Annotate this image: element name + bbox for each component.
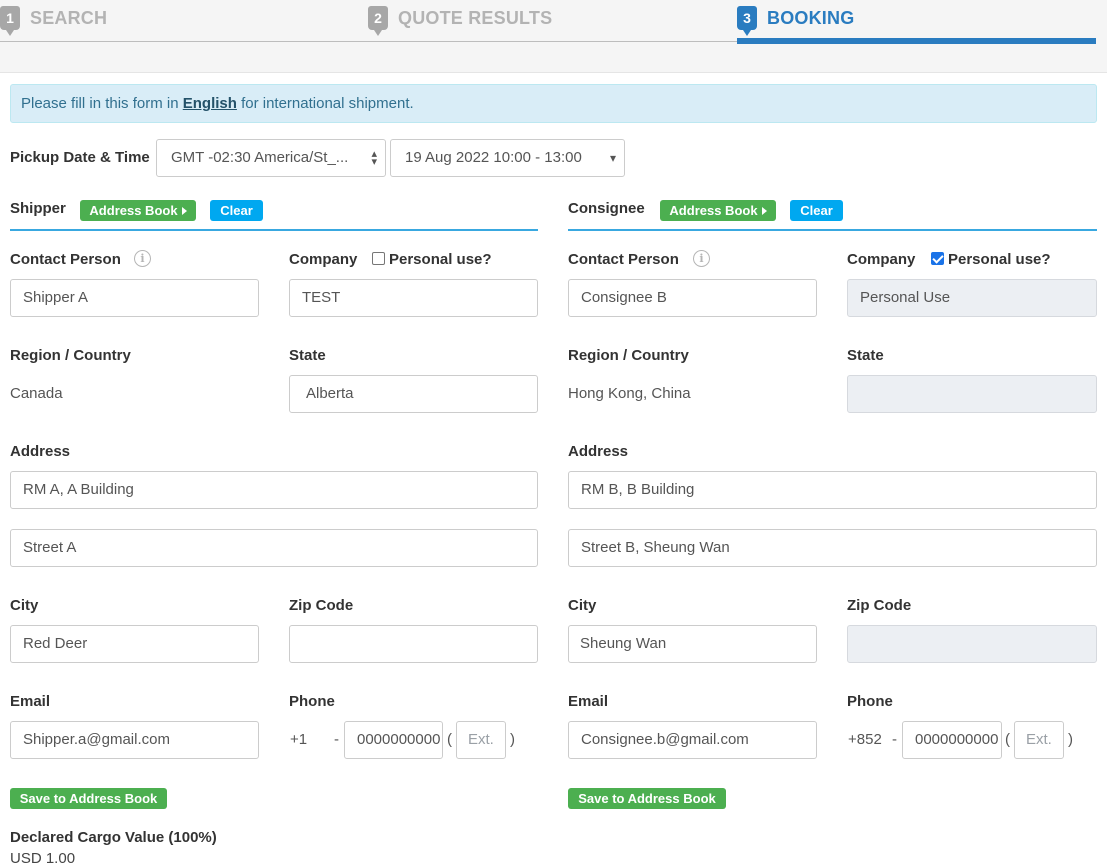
step-label: BOOKING xyxy=(767,7,855,28)
shipper-phone-input[interactable]: 0000000000 xyxy=(344,721,443,759)
shipper-phone-code: +1 xyxy=(290,731,308,748)
shipper-email-label: Email xyxy=(10,693,51,710)
consignee-phone-label: Phone xyxy=(847,693,893,710)
consignee-email-input[interactable]: Consignee.b@gmail.com xyxy=(568,721,817,759)
ext-open-paren: ( xyxy=(447,731,452,748)
progress-steps: 1 SEARCH 2 QUOTE RESULTS 3 BOOKING xyxy=(0,0,1107,72)
shipper-personal-use-checkbox[interactable] xyxy=(372,252,385,265)
shipper-title: Shipper xyxy=(10,200,66,217)
consignee-address-label: Address xyxy=(568,443,629,460)
caret-right-icon xyxy=(181,206,187,215)
consignee-address-book-button[interactable]: Address Book xyxy=(660,200,776,221)
info-icon[interactable]: i xyxy=(134,250,151,267)
chevron-down-icon: ▾ xyxy=(609,151,616,165)
consignee-city-input[interactable]: Sheung Wan xyxy=(568,625,817,663)
consignee-city-label: City xyxy=(568,597,597,614)
consignee-state-input[interactable] xyxy=(847,375,1097,413)
consignee-clear-button[interactable]: Clear xyxy=(790,200,843,221)
shipper-save-to-address-book-button[interactable]: Save to Address Book xyxy=(10,788,167,809)
shipper-zip-input[interactable] xyxy=(289,625,538,663)
shipper-region-label: Region / Country xyxy=(10,347,131,364)
shipper-address-book-button[interactable]: Address Book xyxy=(80,200,196,221)
consignee-save-to-address-book-button[interactable]: Save to Address Book xyxy=(568,788,726,809)
ext-open-paren: ( xyxy=(1005,731,1010,748)
step-label: QUOTE RESULTS xyxy=(398,7,553,28)
consignee-personal-use-checkbox[interactable] xyxy=(931,252,944,265)
info-alert: Please fill in this form in English for … xyxy=(10,84,1097,123)
consignee-ext-input[interactable]: Ext. xyxy=(1014,721,1064,759)
shipper-region-value: Canada xyxy=(10,385,63,402)
timezone-value: GMT -02:30 America/St_... xyxy=(171,149,349,166)
consignee-company-input[interactable]: Personal Use xyxy=(847,279,1097,317)
phone-separator: - xyxy=(892,731,897,748)
pickup-slot-value: 19 Aug 2022 10:00 - 13:00 xyxy=(405,149,582,166)
step-number-badge: 3 xyxy=(737,6,757,36)
step-label: SEARCH xyxy=(30,7,108,28)
consignee-address-line1-input[interactable]: RM B, B Building xyxy=(568,471,1097,509)
alert-text-suffix: for international shipment. xyxy=(236,95,414,112)
english-link[interactable]: English xyxy=(183,95,237,112)
shipper-city-input[interactable]: Red Deer xyxy=(10,625,259,663)
shipper-ext-input[interactable]: Ext. xyxy=(456,721,506,759)
consignee-region-value: Hong Kong, China xyxy=(568,385,691,402)
consignee-region-label: Region / Country xyxy=(568,347,689,364)
step-booking[interactable]: 3 BOOKING xyxy=(737,6,855,36)
consignee-title: Consignee xyxy=(568,200,645,217)
consignee-zip-label: Zip Code xyxy=(847,597,912,614)
consignee-contact-person-input[interactable]: Consignee B xyxy=(568,279,817,317)
info-icon[interactable]: i xyxy=(693,250,710,267)
consignee-phone-input[interactable]: 0000000000 xyxy=(902,721,1002,759)
consignee-personal-use-label: Personal use? xyxy=(948,251,1051,268)
consignee-contact-person-label: Contact Person xyxy=(568,251,679,268)
consignee-section-divider xyxy=(568,229,1097,231)
shipper-personal-use-label: Personal use? xyxy=(389,251,492,268)
shipper-address-line1-input[interactable]: RM A, A Building xyxy=(10,471,538,509)
shipper-section-divider xyxy=(10,229,538,231)
button-label: Address Book xyxy=(669,203,758,218)
shipper-city-label: City xyxy=(10,597,39,614)
shipper-contact-person-label: Contact Person xyxy=(10,251,121,268)
shipper-address-line2-input[interactable]: Street A xyxy=(10,529,538,567)
phone-separator: - xyxy=(334,731,339,748)
active-step-underline xyxy=(737,38,1096,44)
alert-text-prefix: Please fill in this form in xyxy=(21,95,183,112)
step-number-badge: 2 xyxy=(368,6,388,36)
updown-caret-icon: ▴ ▾ xyxy=(371,148,377,168)
ext-close-paren: ) xyxy=(1068,731,1073,748)
timezone-select[interactable]: GMT -02:30 America/St_... ▴ ▾ xyxy=(156,139,386,177)
caret-right-icon xyxy=(761,206,767,215)
consignee-state-label: State xyxy=(847,347,884,364)
button-label: Address Book xyxy=(89,203,178,218)
shipper-address-label: Address xyxy=(10,443,71,460)
cargo-value-label: Declared Cargo Value (100%) xyxy=(10,829,217,846)
shipper-clear-button[interactable]: Clear xyxy=(210,200,263,221)
consignee-email-label: Email xyxy=(568,693,609,710)
consignee-zip-input[interactable] xyxy=(847,625,1097,663)
shipper-contact-person-input[interactable]: Shipper A xyxy=(10,279,259,317)
content-top-border xyxy=(0,72,1107,73)
ext-close-paren: ) xyxy=(510,731,515,748)
shipper-phone-label: Phone xyxy=(289,693,335,710)
shipper-company-input[interactable]: TEST xyxy=(289,279,538,317)
pickup-label: Pickup Date & Time xyxy=(10,149,150,166)
step-search[interactable]: 1 SEARCH xyxy=(0,6,108,36)
step-number-badge: 1 xyxy=(0,6,20,36)
shipper-state-label: State xyxy=(289,347,326,364)
shipper-company-label: Company xyxy=(289,251,358,268)
pickup-slot-select[interactable]: 19 Aug 2022 10:00 - 13:00 ▾ xyxy=(390,139,625,177)
consignee-address-line2-input[interactable]: Street B, Sheung Wan xyxy=(568,529,1097,567)
cargo-value: USD 1.00 xyxy=(10,850,76,864)
consignee-company-label: Company xyxy=(847,251,916,268)
step-quote-results[interactable]: 2 QUOTE RESULTS xyxy=(368,6,553,36)
consignee-phone-code: +852 xyxy=(848,731,882,748)
shipper-zip-label: Zip Code xyxy=(289,597,354,614)
shipper-email-input[interactable]: Shipper.a@gmail.com xyxy=(10,721,259,759)
shipper-state-input[interactable]: Alberta xyxy=(289,375,538,413)
